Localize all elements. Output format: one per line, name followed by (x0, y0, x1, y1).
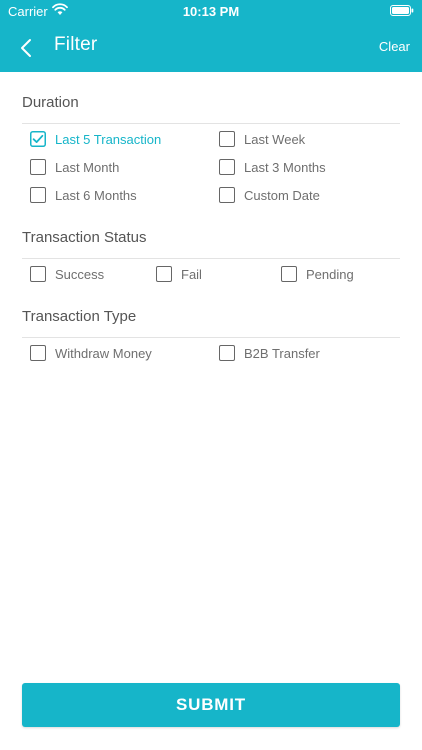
option-last-6-months[interactable]: Last 6 Months (30, 187, 137, 203)
chevron-left-icon (21, 39, 31, 57)
duration-section: Duration Last 5 Transaction Last Week La… (22, 94, 400, 214)
status-bar: Carrier 10:13 PM (0, 0, 422, 22)
checkbox[interactable] (219, 345, 235, 361)
checkbox[interactable] (30, 266, 46, 282)
option-success[interactable]: Success (30, 266, 104, 282)
submit-button[interactable]: SUBMIT (22, 683, 400, 727)
option-last-3-months[interactable]: Last 3 Months (219, 159, 326, 175)
option-label: Last 5 Transaction (55, 131, 162, 147)
option-label: Withdraw Money (55, 345, 152, 361)
option-label: B2B Transfer (244, 345, 320, 361)
option-last-month[interactable]: Last Month (30, 159, 119, 175)
back-button[interactable] (12, 34, 40, 62)
navbar: Filter Clear (0, 22, 422, 72)
checkbox[interactable] (30, 187, 46, 203)
transaction-status-section: Transaction Status Success Fail Pending (22, 229, 400, 289)
option-last-week[interactable]: Last Week (219, 131, 305, 147)
checkbox[interactable] (30, 345, 46, 361)
divider (22, 123, 400, 124)
clear-button[interactable]: Clear (379, 39, 410, 54)
option-custom-date[interactable]: Custom Date (219, 187, 320, 203)
battery-icon (390, 5, 414, 16)
section-title-duration: Duration (22, 94, 79, 111)
option-label: Last 3 Months (244, 159, 326, 175)
transaction-type-section: Transaction Type Withdraw Money B2B Tran… (22, 308, 400, 368)
checkbox[interactable] (219, 159, 235, 175)
checkbox[interactable] (281, 266, 297, 282)
app-header: Carrier 10:13 PM Filter Clear (0, 0, 422, 72)
divider (22, 258, 400, 259)
divider (22, 337, 400, 338)
option-label: Pending (306, 266, 354, 282)
section-title-status: Transaction Status (22, 229, 147, 246)
option-pending[interactable]: Pending (281, 266, 354, 282)
checkbox[interactable] (156, 266, 172, 282)
option-label: Last 6 Months (55, 187, 137, 203)
page-title: Filter (54, 34, 98, 55)
option-fail[interactable]: Fail (156, 266, 202, 282)
option-label: Fail (181, 266, 202, 282)
checkbox[interactable] (219, 187, 235, 203)
checkbox[interactable] (30, 159, 46, 175)
option-label: Custom Date (244, 187, 320, 203)
clock: 10:13 PM (182, 4, 240, 19)
option-label: Last Week (244, 131, 306, 147)
option-last-5-transaction[interactable]: Last 5 Transaction (30, 131, 161, 147)
option-withdraw-money[interactable]: Withdraw Money (30, 345, 152, 361)
checkbox[interactable] (219, 131, 235, 147)
option-label: Last Month (55, 159, 120, 175)
option-b2b-transfer[interactable]: B2B Transfer (219, 345, 320, 361)
option-label: Success (55, 266, 105, 282)
section-title-type: Transaction Type (22, 308, 137, 325)
checkmark-icon[interactable] (30, 131, 46, 147)
